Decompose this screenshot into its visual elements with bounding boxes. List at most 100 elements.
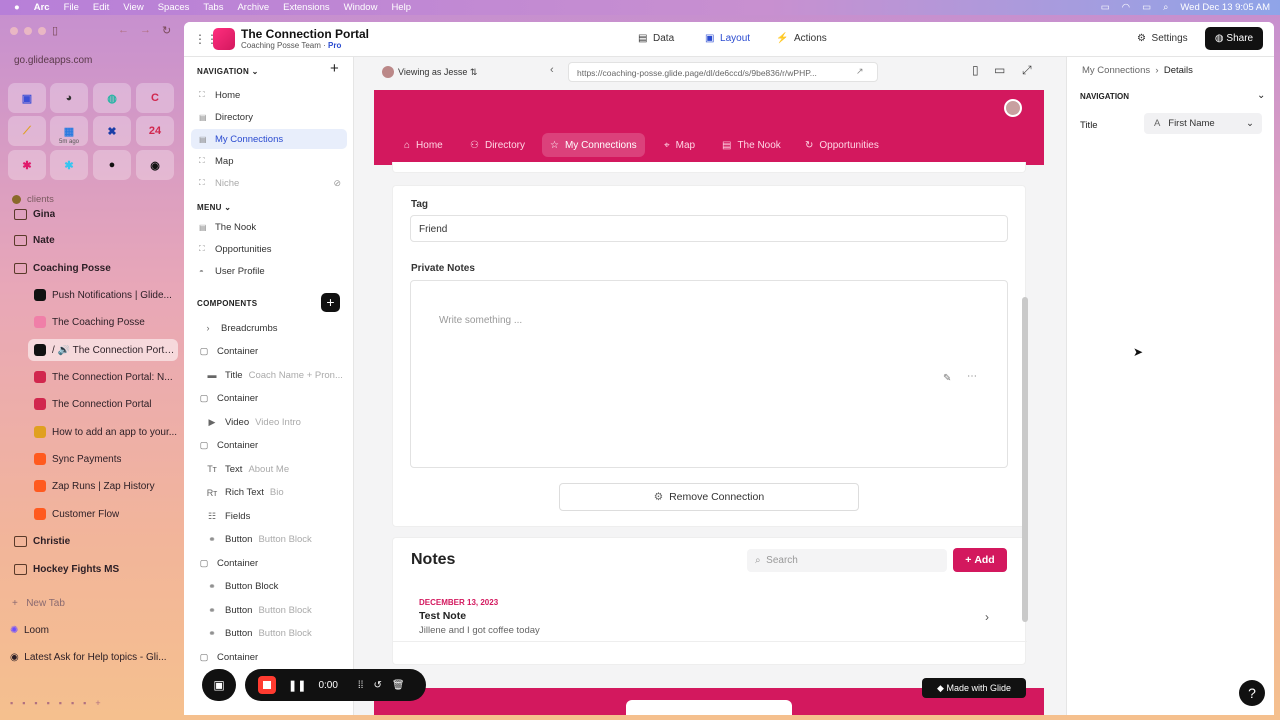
app-tab-opportunities[interactable]: ↻ Opportunities [797,133,887,157]
pinned-tab-7[interactable]: 24 [136,116,174,146]
component-button[interactable]: ⚭ Button Button Block [206,530,312,550]
tab-data[interactable]: ▤ Data [638,33,674,44]
stop-recording-button[interactable] [258,676,276,694]
more-options-icon[interactable]: ⋯ [967,371,977,382]
private-notes-field[interactable]: Write something ... ✎ ⋯ [410,280,1008,468]
trash-icon[interactable]: 🗑 [392,680,405,691]
menu-help[interactable]: Help [391,2,411,13]
settings-button[interactable]: ⚙ Settings [1137,33,1188,44]
tab-actions[interactable]: ⚡ Actions [776,33,827,44]
pinned-tab-11[interactable]: ◉ [136,150,174,180]
screen-icon[interactable]: ▭ [1101,2,1110,13]
component-container[interactable]: ▢ Container [198,553,258,573]
pinned-tab-10[interactable]: ● [93,150,131,180]
right-navigation-header[interactable]: NAVIGATION [1080,92,1129,101]
menu-item-the-nook[interactable]: ▤ The Nook [191,217,347,237]
arc-tab-8[interactable]: How to add an app to your... [28,421,178,443]
folder-12[interactable]: Christie [8,530,178,552]
new-tab-button[interactable]: + New Tab [12,598,65,609]
title-select[interactable]: A First Name ⌄ [1144,113,1262,134]
app-name[interactable]: The Connection Portal [241,27,369,41]
note-row[interactable]: DECEMBER 13, 2023 Test Note Jillene and … [393,590,1027,642]
open-external-icon[interactable]: ↗ [856,66,864,77]
pinned-tab-3[interactable]: C [136,83,174,113]
menu-item-user-profile[interactable]: ◓ User Profile [191,261,347,281]
clock[interactable]: Wed Dec 13 9:05 AM [1180,2,1270,13]
preview-url[interactable]: https://coaching-posse.glide.page/dl/de6… [568,62,878,82]
app-tab-the-nook[interactable]: ▤ The Nook [714,133,789,157]
folder-1[interactable]: Nate [8,229,178,251]
component-button[interactable]: ⚭ Button Button Block [206,600,312,620]
add-component-button[interactable]: + [321,293,340,312]
sidebar-footer-icons[interactable]: ▪▪▪▪▪▪▪+ [10,698,110,708]
hidden-eye-icon[interactable]: ⊘ [333,178,341,189]
menu-header[interactable]: MENU ⌄ [197,203,231,212]
app-tab-home[interactable]: ⌂ Home [396,133,451,157]
sidebar-toggle-icon[interactable]: ▯ [52,24,58,37]
help-button[interactable]: ? [1239,680,1265,706]
component-breadcrumbs[interactable]: › Breadcrumbs [202,318,278,338]
back-icon[interactable]: ← [118,24,129,36]
arc-tab-7[interactable]: The Connection Portal [28,393,178,415]
app-tab-map[interactable]: ⌖ Map [656,133,703,157]
nav-item-niche[interactable]: ⛶ Niche ⊘ [191,173,347,193]
nav-item-map[interactable]: ⛶ Map [191,151,347,171]
component-title[interactable]: ▬ Title Coach Name + Pron... [206,365,343,385]
url-bar[interactable]: go.glideapps.com [6,51,178,71]
component-fields[interactable]: ☷ Fields [206,506,250,526]
zoom-window-icon[interactable] [38,27,46,35]
menu-extensions[interactable]: Extensions [283,2,329,13]
menu-archive[interactable]: Archive [237,2,269,13]
remove-connection-button[interactable]: ⚙ Remove Connection [559,483,859,511]
component-container[interactable]: ▢ Container [198,342,258,362]
pinned-tab-4[interactable]: ⟋ [8,116,46,146]
nav-item-home[interactable]: ⛶ Home [191,85,347,105]
fullscreen-icon[interactable]: ⤢ [1022,63,1032,78]
nav-item-directory[interactable]: ▤ Directory [191,107,347,127]
component-container[interactable]: ▢ Container [198,389,258,409]
pinned-tab-5[interactable]: ▦ 5m ago [50,116,88,146]
pinned-tab-8[interactable]: ✱ [8,150,46,180]
app-tab-directory[interactable]: ⚇ Directory [462,133,533,157]
folder-0[interactable]: Gina [8,203,178,225]
arc-tab-10[interactable]: Zap Runs | Zap History [28,475,178,497]
tab-layout[interactable]: ▣ Layout [705,33,750,44]
restart-icon[interactable]: ↺ [373,680,381,691]
add-note-button[interactable]: + Add [953,548,1007,572]
loom-tab[interactable]: ✺ Loom [10,625,49,636]
made-with-glide-badge[interactable]: ◆ Made with Glide [922,678,1026,698]
arc-tab-4[interactable]: The Coaching Posse [28,311,178,333]
collapse-chevron-icon[interactable]: ⌄ [1257,90,1265,101]
app-logo[interactable] [213,28,235,50]
navigation-header[interactable]: NAVIGATION ⌄ [197,67,259,76]
add-tab-icon[interactable]: + [330,60,339,77]
menu-view[interactable]: View [123,2,143,13]
menu-spaces[interactable]: Spaces [158,2,190,13]
latest-tab[interactable]: ◉ Latest Ask for Help topics - Gli... [10,652,167,663]
edit-pencil-icon[interactable]: ✎ [943,373,951,384]
pinned-tab-1[interactable]: ◕ [50,83,88,113]
apple-icon[interactable]: ● [14,2,20,13]
app-tab-my-connections[interactable]: ☆ My Connections [542,133,645,157]
scrollbar-thumb[interactable] [1022,297,1028,622]
viewing-as[interactable]: Viewing as Jesse ⇅ [382,66,477,78]
folder-2[interactable]: Coaching Posse [8,257,178,279]
component-button[interactable]: ⚭ Button Button Block [206,624,312,644]
battery-icon[interactable]: ▭ [1142,2,1151,13]
menu-app[interactable]: Arc [34,2,50,13]
desktop-view-icon[interactable]: ▭ [994,63,1005,77]
drag-handle-icon[interactable]: ⁞⁞ [358,680,364,691]
pinned-tab-6[interactable]: ✖ [93,116,131,146]
share-button[interactable]: ◍ Share [1205,27,1263,50]
menu-window[interactable]: Window [344,2,378,13]
notes-search[interactable]: ⌕ Search [747,549,947,572]
preview-back-icon[interactable]: ‹ [550,64,554,76]
wifi-icon[interactable]: ◠ [1122,2,1130,13]
component-container[interactable]: ▢ Container [198,647,258,667]
pinned-tab-9[interactable]: ✱ [50,150,88,180]
breadcrumb-parent[interactable]: My Connections [1082,65,1150,76]
camera-toggle-button[interactable]: ▣ [202,669,236,701]
arc-tab-3[interactable]: Push Notifications | Glide... [28,284,178,306]
component-text[interactable]: Tт Text About Me [206,459,289,479]
minimize-window-icon[interactable] [24,27,32,35]
